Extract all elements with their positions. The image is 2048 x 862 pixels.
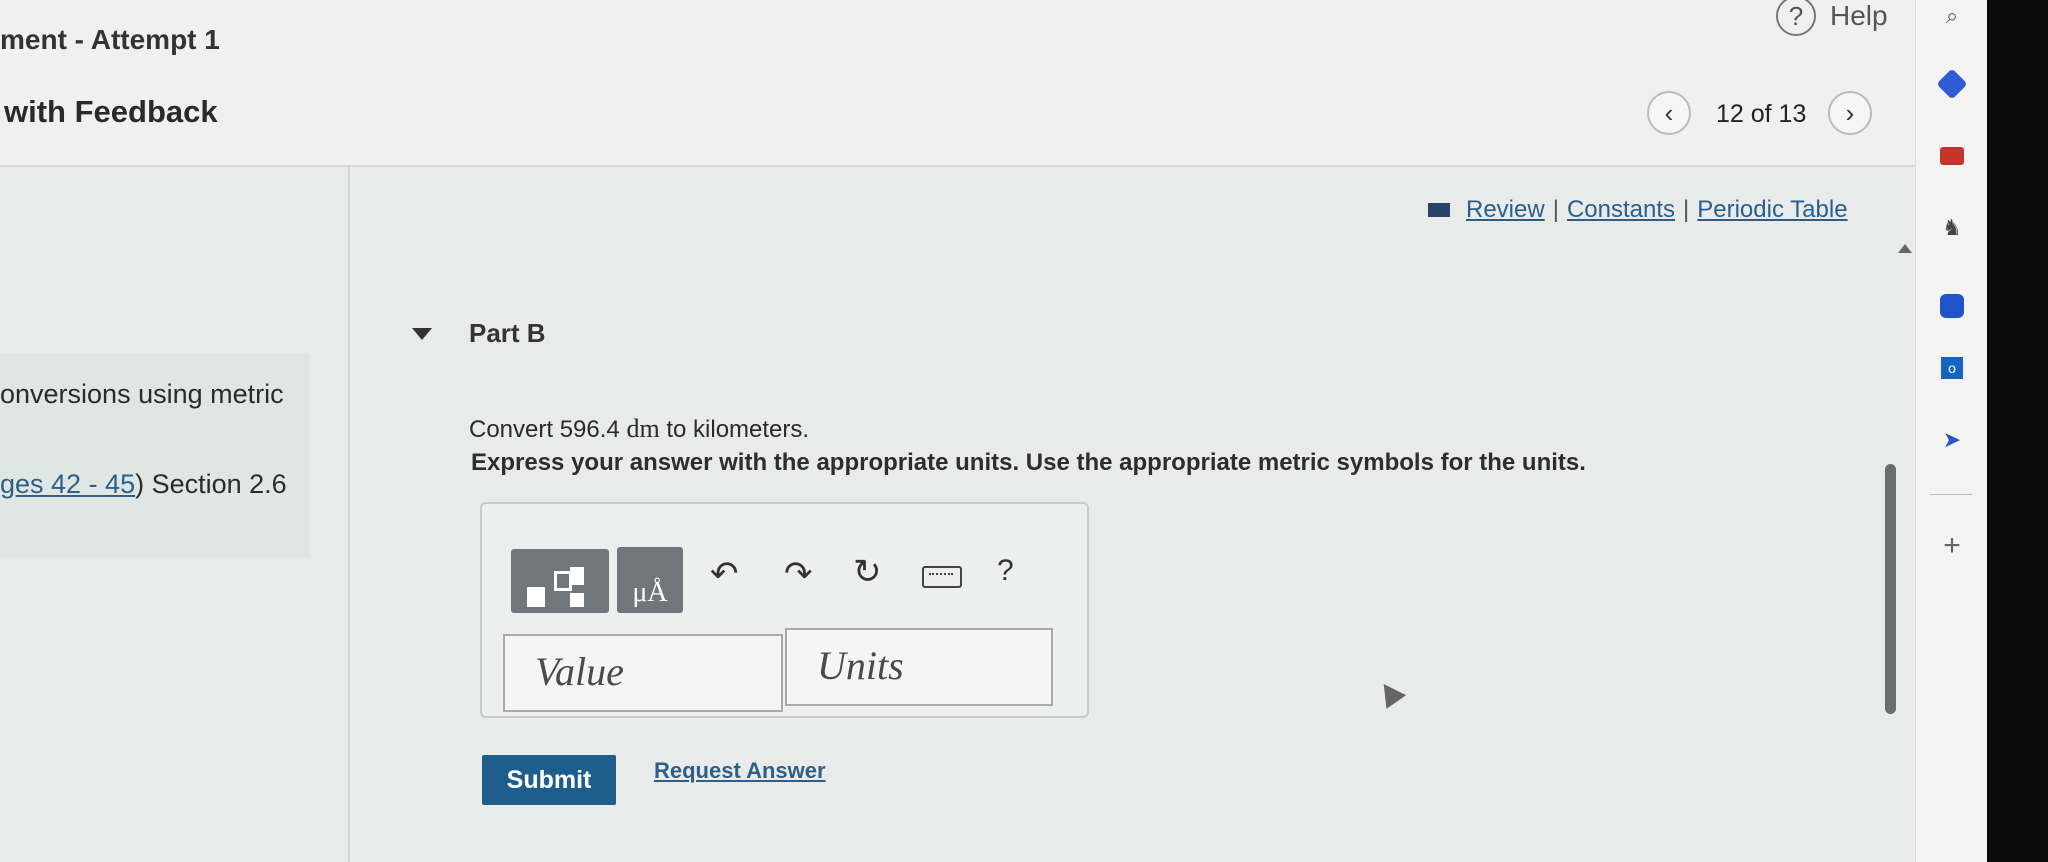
chess-icon[interactable]: ♞ — [1936, 212, 1968, 244]
screen-bezel — [1987, 0, 2048, 862]
review-link[interactable]: Review — [1466, 196, 1545, 224]
sidebar-divider — [1930, 494, 1972, 495]
help-label[interactable]: Help — [1830, 0, 1888, 32]
search-icon[interactable]: ⌕ — [1936, 0, 1968, 32]
toolbar-help-icon[interactable]: ? — [997, 554, 1014, 588]
copilot-icon[interactable] — [1936, 290, 1968, 322]
assignment-subtitle: with Feedback — [4, 94, 218, 129]
previous-item-button[interactable]: ‹ — [1647, 91, 1691, 135]
request-answer-link[interactable]: Request Answer — [654, 758, 826, 784]
constants-link[interactable]: Constants — [1567, 196, 1675, 224]
outline-section: ges 42 - 45) Section 2.6 — [0, 469, 287, 500]
scroll-up-icon[interactable] — [1898, 244, 1912, 253]
template-icon — [570, 593, 584, 607]
periodic-table-link[interactable]: Periodic Table — [1697, 196, 1847, 224]
question-prefix: Convert 596.4 — [469, 416, 627, 443]
collapse-part-icon[interactable] — [412, 328, 432, 340]
next-item-button[interactable]: › — [1828, 91, 1872, 135]
section-label: ) Section 2.6 — [135, 469, 287, 499]
outlook-glyph: o — [1941, 357, 1963, 379]
pages-link[interactable]: ges 42 - 45 — [0, 469, 135, 499]
scrollbar[interactable] — [1885, 464, 1896, 714]
undo-icon[interactable]: ↶ — [710, 554, 739, 594]
browser-sidebar: ⌕ ♞ o ➤ + — [1915, 0, 1988, 862]
outline-topic[interactable]: onversions using metric — [0, 379, 284, 410]
briefcase-icon[interactable] — [1936, 140, 1968, 172]
book-icon — [1428, 203, 1450, 217]
chevron-left-icon: ‹ — [1664, 97, 1674, 128]
send-icon[interactable]: ➤ — [1936, 424, 1968, 456]
add-icon[interactable]: + — [1936, 529, 1968, 562]
mouse-cursor-icon — [1373, 677, 1407, 709]
question-suffix: to kilometers. — [659, 416, 810, 443]
units-button[interactable]: μÅ — [617, 547, 683, 613]
units-input[interactable]: Units — [785, 628, 1053, 706]
chevron-right-icon: › — [1845, 97, 1855, 128]
assignment-outline-panel[interactable]: onversions using metric ges 42 - 45) Sec… — [0, 353, 310, 558]
item-counter: 12 of 13 — [1716, 100, 1807, 128]
assignment-title: ment - Attempt 1 — [0, 24, 220, 55]
submit-button[interactable]: Submit — [482, 755, 616, 805]
panel-divider — [348, 165, 350, 862]
assignment-header: ment - Attempt 1 with Feedback ? Help ‹ … — [0, 0, 1915, 167]
outlook-icon[interactable]: o — [1936, 352, 1968, 384]
part-title: Part B — [469, 318, 546, 348]
reset-icon[interactable]: ↻ — [853, 552, 882, 592]
help-button[interactable]: ? Help — [1776, 0, 1888, 36]
keyboard-icon[interactable] — [922, 566, 962, 588]
answer-instruction: Express your answer with the appropriate… — [471, 449, 1586, 476]
question-circle-icon[interactable]: ? — [1776, 0, 1816, 36]
separator: | — [1552, 196, 1559, 223]
template-icon — [570, 567, 584, 585]
separator: | — [1683, 196, 1690, 223]
templates-button[interactable] — [511, 549, 609, 613]
question-unit: dm — [626, 414, 660, 443]
redo-icon[interactable]: ↷ — [784, 554, 813, 594]
template-icon — [527, 587, 545, 607]
question-text: Convert 596.4 dm to kilometers. — [469, 414, 809, 444]
resource-links: Review | Constants | Periodic Table — [1428, 196, 1848, 224]
value-input[interactable]: Value — [503, 634, 783, 712]
tag-icon[interactable] — [1936, 68, 1968, 100]
answer-box: μÅ ↶ ↷ ↻ ? Value Units — [480, 502, 1089, 718]
